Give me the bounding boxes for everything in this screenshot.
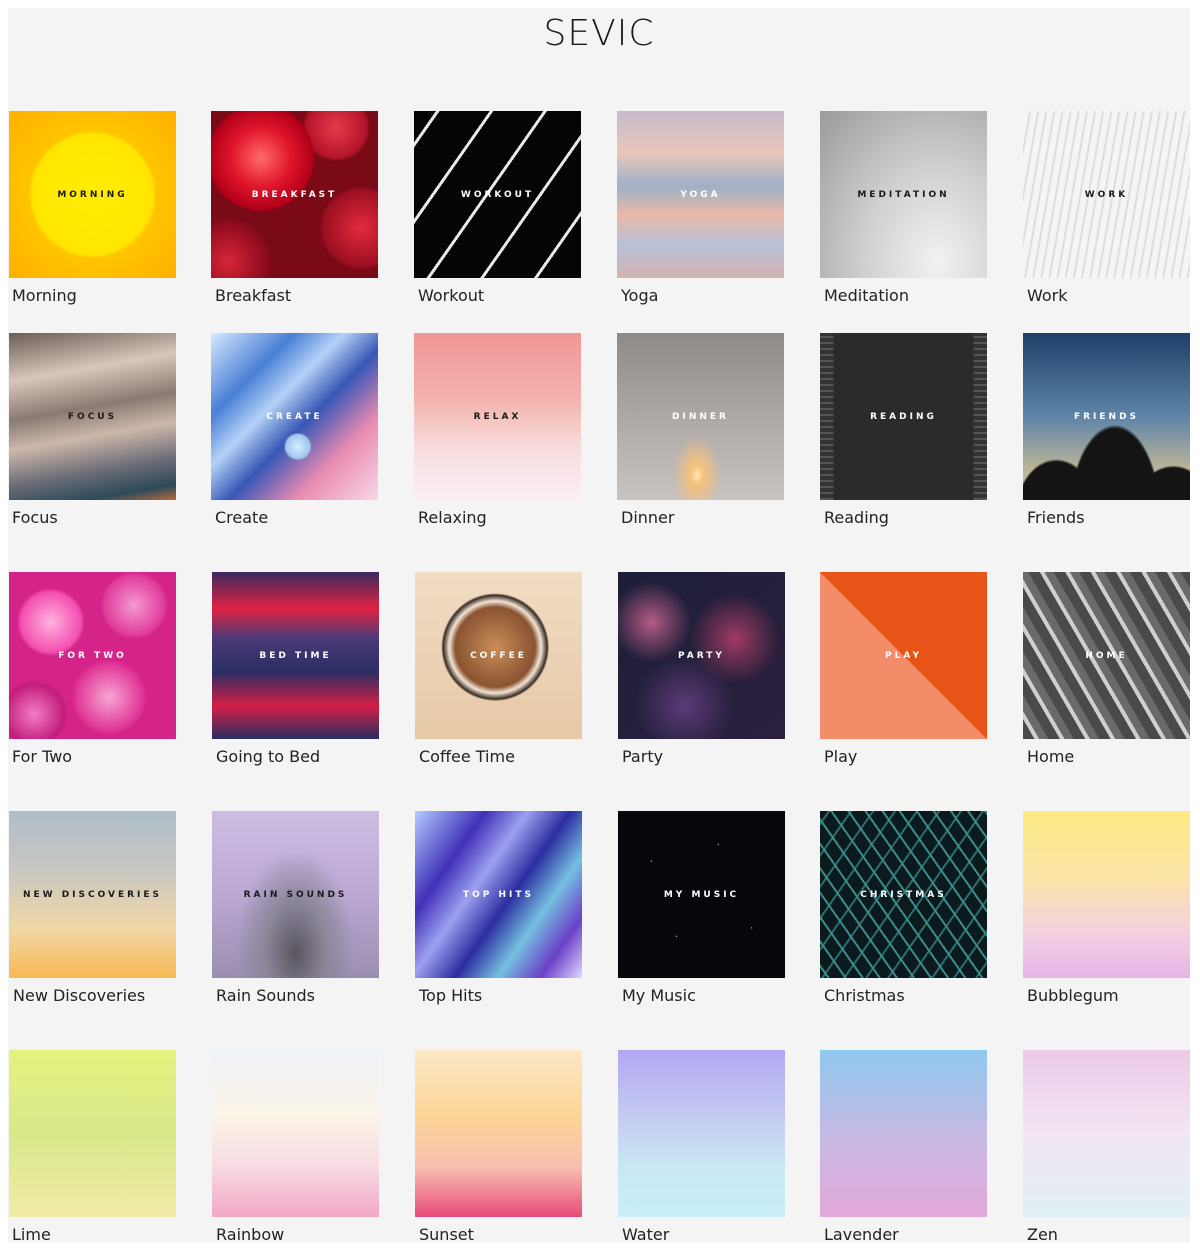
tile-reading[interactable]: READING bbox=[820, 333, 987, 500]
tile-breakfast[interactable]: BREAKFAST bbox=[211, 111, 378, 278]
tile-tag: HOME bbox=[1085, 650, 1128, 661]
tile-title-workout[interactable]: Workout bbox=[418, 286, 484, 306]
tile-christmas[interactable]: CHRISTMAS bbox=[820, 811, 987, 978]
tile-tag: RELAX bbox=[473, 411, 522, 422]
tile-tag: BREAKFAST bbox=[251, 189, 338, 200]
tile-rainbow[interactable] bbox=[212, 1050, 379, 1217]
tile-tag: TOP HITS bbox=[462, 889, 535, 900]
tile-tag: WORKOUT bbox=[460, 189, 535, 200]
tile-sunset[interactable] bbox=[415, 1050, 582, 1217]
tile-tag: PLAY bbox=[885, 650, 922, 661]
tile-title-coffee-time[interactable]: Coffee Time bbox=[419, 747, 515, 767]
tile-title-relaxing[interactable]: Relaxing bbox=[418, 508, 487, 528]
tile-water[interactable] bbox=[618, 1050, 785, 1217]
tile-title-sunset[interactable]: Sunset bbox=[419, 1225, 474, 1242]
tile-workout[interactable]: WORKOUT bbox=[414, 111, 581, 278]
tile-title-water[interactable]: Water bbox=[622, 1225, 669, 1242]
tile-title-new-discoveries[interactable]: New Discoveries bbox=[13, 986, 145, 1006]
tile-coffee-time[interactable]: COFFEE bbox=[415, 572, 582, 739]
tile-title-for-two[interactable]: For Two bbox=[12, 747, 72, 767]
tile-title-my-music[interactable]: My Music bbox=[622, 986, 696, 1006]
tile-friends[interactable]: FRIENDS bbox=[1023, 333, 1190, 500]
tile-title-going-to-bed[interactable]: Going to Bed bbox=[216, 747, 320, 767]
tile-title-home[interactable]: Home bbox=[1027, 747, 1074, 767]
tile-title-lime[interactable]: Lime bbox=[12, 1225, 51, 1242]
tile-going-to-bed[interactable]: BED TIME bbox=[212, 572, 379, 739]
playlist-page: SEVIC MORNING Morning BREAKFAST Breakfas… bbox=[8, 8, 1190, 1242]
tile-work[interactable]: WORK bbox=[1023, 111, 1190, 278]
tile-yoga[interactable]: YOGA bbox=[617, 111, 784, 278]
tile-title-rain-sounds[interactable]: Rain Sounds bbox=[216, 986, 315, 1006]
tile-rain-sounds[interactable]: RAIN SOUNDS bbox=[212, 811, 379, 978]
tile-title-zen[interactable]: Zen bbox=[1027, 1225, 1058, 1242]
tile-title-morning[interactable]: Morning bbox=[12, 286, 77, 306]
tile-title-yoga[interactable]: Yoga bbox=[621, 286, 658, 306]
tile-tag: CREATE bbox=[266, 411, 323, 422]
tile-tag: BED TIME bbox=[259, 650, 332, 661]
tile-title-friends[interactable]: Friends bbox=[1027, 508, 1085, 528]
tile-title-bubblegum[interactable]: Bubblegum bbox=[1027, 986, 1119, 1006]
tile-title-focus[interactable]: Focus bbox=[12, 508, 58, 528]
tile-tag: WORK bbox=[1084, 189, 1129, 200]
tile-tag: MEDITATION bbox=[857, 189, 950, 200]
tile-tag: READING bbox=[870, 411, 937, 422]
tile-lime[interactable] bbox=[9, 1050, 176, 1217]
tile-title-reading[interactable]: Reading bbox=[824, 508, 889, 528]
tile-tag: NEW DISCOVERIES bbox=[22, 889, 163, 900]
tile-focus[interactable]: FOCUS bbox=[9, 333, 176, 500]
tile-title-lavender[interactable]: Lavender bbox=[824, 1225, 899, 1242]
tile-lavender[interactable] bbox=[820, 1050, 987, 1217]
tile-top-hits[interactable]: TOP HITS bbox=[415, 811, 582, 978]
tile-tag: PARTY bbox=[678, 650, 725, 661]
tile-title-christmas[interactable]: Christmas bbox=[824, 986, 905, 1006]
tile-bubblegum[interactable] bbox=[1023, 811, 1190, 978]
tile-my-music[interactable]: MY MUSIC bbox=[618, 811, 785, 978]
tile-relaxing[interactable]: RELAX bbox=[414, 333, 581, 500]
tile-meditation[interactable]: MEDITATION bbox=[820, 111, 987, 278]
tile-title-work[interactable]: Work bbox=[1027, 286, 1068, 306]
tile-tag: YOGA bbox=[680, 189, 721, 200]
tile-tag: COFFEE bbox=[470, 650, 527, 661]
tile-for-two[interactable]: FOR TWO bbox=[9, 572, 176, 739]
tile-tag: MORNING bbox=[57, 189, 128, 200]
tile-party[interactable]: PARTY bbox=[618, 572, 785, 739]
brand-logo[interactable]: SEVIC bbox=[8, 14, 1190, 54]
tile-title-party[interactable]: Party bbox=[622, 747, 663, 767]
tile-zen[interactable] bbox=[1023, 1050, 1190, 1217]
tile-tag: FOCUS bbox=[67, 411, 118, 422]
tile-tag: DINNER bbox=[672, 411, 729, 422]
tile-home[interactable]: HOME bbox=[1023, 572, 1190, 739]
tile-play[interactable]: PLAY bbox=[820, 572, 987, 739]
tile-dinner[interactable]: DINNER bbox=[617, 333, 784, 500]
tile-title-dinner[interactable]: Dinner bbox=[621, 508, 674, 528]
tile-tag: FOR TWO bbox=[58, 650, 127, 661]
tile-new-discoveries[interactable]: NEW DISCOVERIES bbox=[9, 811, 176, 978]
tile-title-play[interactable]: Play bbox=[824, 747, 857, 767]
tile-title-top-hits[interactable]: Top Hits bbox=[419, 986, 482, 1006]
tile-morning[interactable]: MORNING bbox=[9, 111, 176, 278]
tile-tag: MY MUSIC bbox=[663, 889, 740, 900]
tile-tag: CHRISTMAS bbox=[860, 889, 947, 900]
tile-tag: RAIN SOUNDS bbox=[243, 889, 348, 900]
tile-title-meditation[interactable]: Meditation bbox=[824, 286, 909, 306]
tile-title-breakfast[interactable]: Breakfast bbox=[215, 286, 291, 306]
tile-title-create[interactable]: Create bbox=[215, 508, 268, 528]
tile-title-rainbow[interactable]: Rainbow bbox=[216, 1225, 284, 1242]
tile-tag: FRIENDS bbox=[1073, 411, 1140, 422]
tile-create[interactable]: CREATE bbox=[211, 333, 378, 500]
